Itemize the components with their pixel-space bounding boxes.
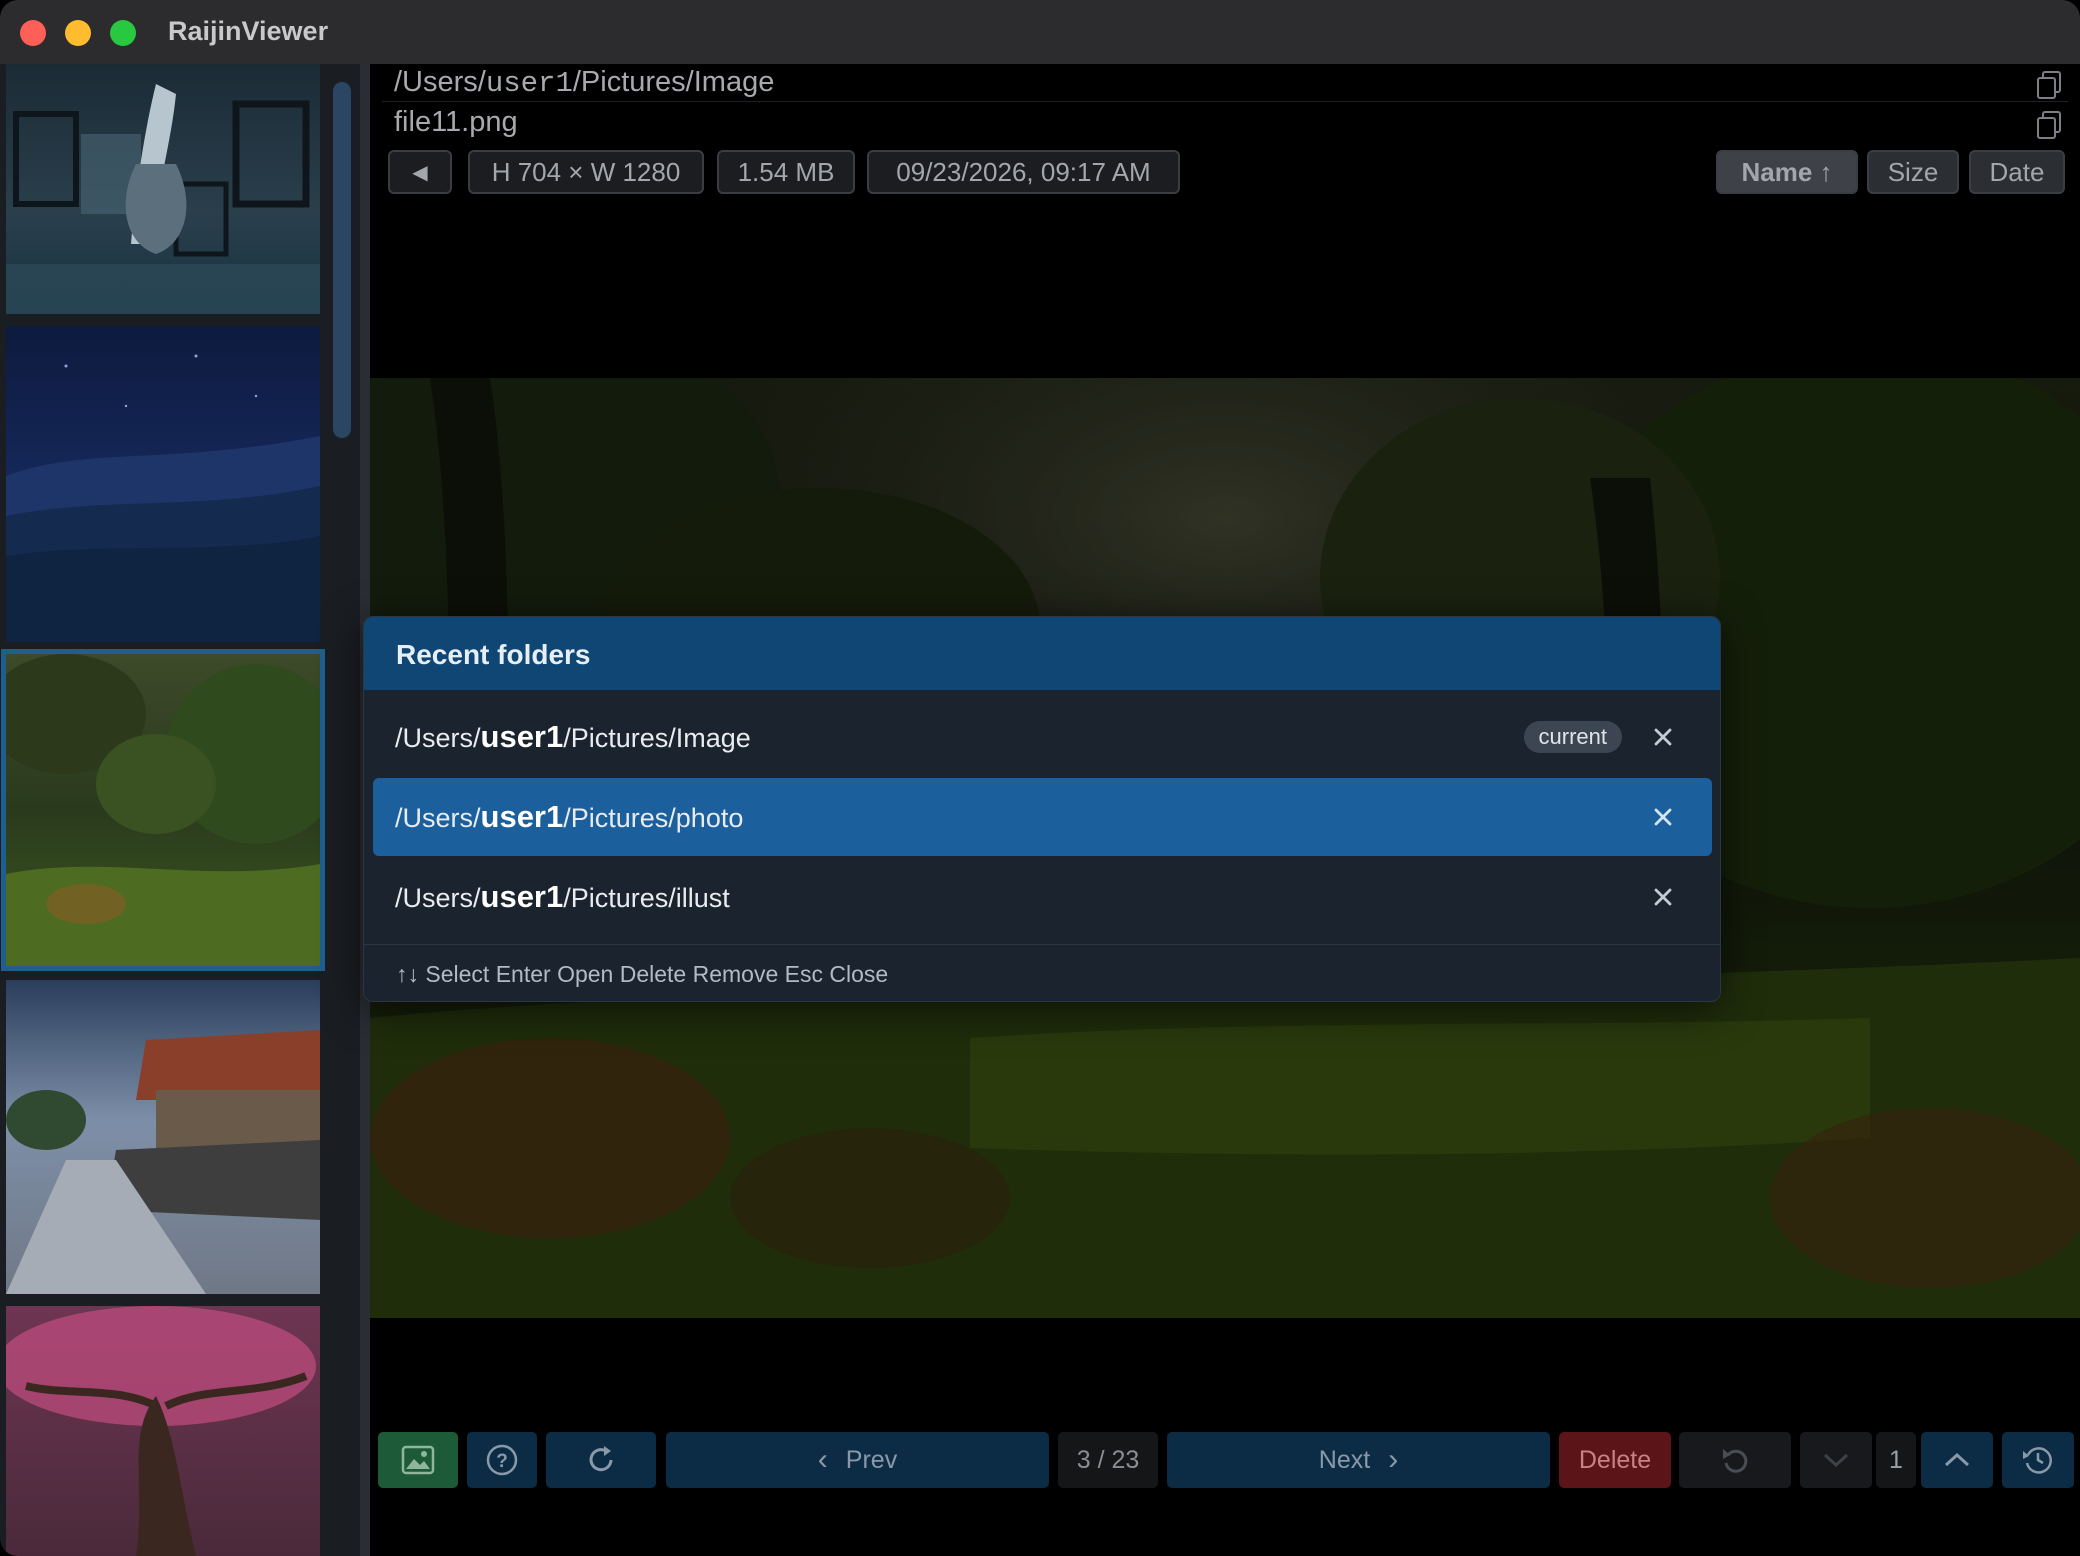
svg-text:?: ? bbox=[496, 1451, 508, 1472]
chevron-down-icon bbox=[1823, 1453, 1849, 1468]
thumbnail-girl-mirrors[interactable] bbox=[6, 64, 320, 314]
page-value[interactable]: 1 bbox=[1876, 1432, 1916, 1488]
dialog-footer-separator bbox=[364, 944, 1720, 945]
path-user: user1 bbox=[480, 799, 564, 834]
folder-path-prefix: /Users/ bbox=[394, 66, 486, 98]
minimize-window-button[interactable] bbox=[65, 20, 91, 46]
dialog-title: Recent folders bbox=[396, 639, 591, 670]
thumbnail-sidebar bbox=[0, 64, 362, 1556]
path-prefix: /Users/ bbox=[395, 723, 481, 753]
gallery-button[interactable] bbox=[378, 1432, 458, 1488]
reload-button[interactable] bbox=[546, 1432, 656, 1488]
next-button[interactable]: Next › bbox=[1167, 1432, 1550, 1488]
remove-folder-icon[interactable] bbox=[1652, 806, 1674, 828]
chevron-up-icon bbox=[1944, 1452, 1970, 1467]
next-label: Next bbox=[1318, 1445, 1371, 1474]
recent-folder-item[interactable]: /Users/user1/Pictures/illust bbox=[373, 858, 1712, 936]
copy-path-icon[interactable] bbox=[2035, 70, 2063, 100]
back-triangle-icon: ◀ bbox=[412, 161, 428, 184]
prev-button[interactable]: ‹ Prev bbox=[666, 1432, 1049, 1488]
recent-folder-path: /Users/user1/Pictures/illust bbox=[395, 879, 730, 915]
copy-filename-icon[interactable] bbox=[2035, 110, 2063, 140]
image-icon bbox=[401, 1445, 435, 1475]
recent-folder-path: /Users/user1/Pictures/photo bbox=[395, 799, 743, 835]
delete-button[interactable]: Delete bbox=[1559, 1432, 1671, 1488]
path-user: user1 bbox=[480, 719, 564, 754]
filesize-chip: 1.54 MB bbox=[717, 150, 855, 194]
history-icon bbox=[2023, 1447, 2052, 1474]
title-bar: RaijinViewer bbox=[0, 0, 2080, 64]
recent-folders-dialog: Recent folders /Users/user1/Pictures/Ima… bbox=[363, 616, 1721, 1002]
page-counter: 3 / 23 bbox=[1058, 1432, 1158, 1488]
remove-folder-icon[interactable] bbox=[1652, 886, 1674, 908]
path-suffix: /Pictures/Image bbox=[563, 723, 751, 753]
back-button[interactable]: ◀ bbox=[388, 150, 452, 194]
recent-folder-item[interactable]: /Users/user1/Pictures/photo bbox=[373, 778, 1712, 856]
path-prefix: /Users/ bbox=[395, 883, 481, 913]
page-up-button[interactable] bbox=[1921, 1432, 1993, 1488]
app-window: RaijinViewer /Users/user1/Pictures/Image… bbox=[0, 0, 2080, 1556]
close-window-button[interactable] bbox=[20, 20, 46, 46]
dimensions-chip: H 704 × W 1280 bbox=[468, 150, 704, 194]
help-circle-icon: ? bbox=[486, 1444, 518, 1476]
help-button[interactable]: ? bbox=[467, 1432, 537, 1488]
refresh-icon bbox=[589, 1446, 613, 1472]
folder-path-user: user1 bbox=[485, 67, 573, 100]
path-suffix: /Pictures/illust bbox=[563, 883, 730, 913]
sort-name-button[interactable]: Name ↑ bbox=[1716, 150, 1858, 194]
prev-label: Prev bbox=[845, 1445, 898, 1474]
chevron-right-icon: › bbox=[1388, 1443, 1399, 1476]
sort-date-button[interactable]: Date bbox=[1969, 150, 2065, 194]
chevron-left-icon: ‹ bbox=[817, 1443, 828, 1476]
current-badge: current bbox=[1523, 721, 1622, 753]
header-separator bbox=[382, 101, 2068, 102]
sort-size-button[interactable]: Size bbox=[1867, 150, 1959, 194]
thumbnail-night-field[interactable] bbox=[6, 326, 320, 642]
path-suffix: /Pictures/photo bbox=[563, 803, 744, 833]
keyboard-hint: ↑↓ Select Enter Open Delete Remove Esc C… bbox=[396, 961, 889, 987]
undo-icon bbox=[1723, 1449, 1748, 1473]
undo-button[interactable] bbox=[1679, 1432, 1791, 1488]
remove-folder-icon[interactable] bbox=[1652, 726, 1674, 748]
thumbnail-pink-tree[interactable] bbox=[6, 1306, 320, 1556]
history-button[interactable] bbox=[2002, 1432, 2074, 1488]
thumbnail-forest[interactable] bbox=[1, 649, 325, 971]
folder-path-suffix: /Pictures/Image bbox=[572, 66, 775, 98]
dialog-header: Recent folders bbox=[364, 617, 1720, 690]
maximize-window-button[interactable] bbox=[110, 20, 136, 46]
thumbnail-village-road[interactable] bbox=[6, 980, 320, 1294]
page-down-button[interactable] bbox=[1800, 1432, 1872, 1488]
recent-folder-path: /Users/user1/Pictures/Image bbox=[395, 719, 751, 755]
recent-folder-item[interactable]: /Users/user1/Pictures/Image current bbox=[373, 698, 1712, 776]
path-prefix: /Users/ bbox=[395, 803, 481, 833]
file-name: file11.png bbox=[394, 106, 518, 138]
date-chip: 09/23/2026, 09:17 AM bbox=[867, 150, 1180, 194]
app-title: RaijinViewer bbox=[168, 16, 329, 46]
sidebar-scrollbar[interactable] bbox=[333, 82, 351, 438]
path-user: user1 bbox=[480, 879, 564, 914]
folder-path: /Users/user1/Pictures/Image bbox=[394, 66, 774, 100]
